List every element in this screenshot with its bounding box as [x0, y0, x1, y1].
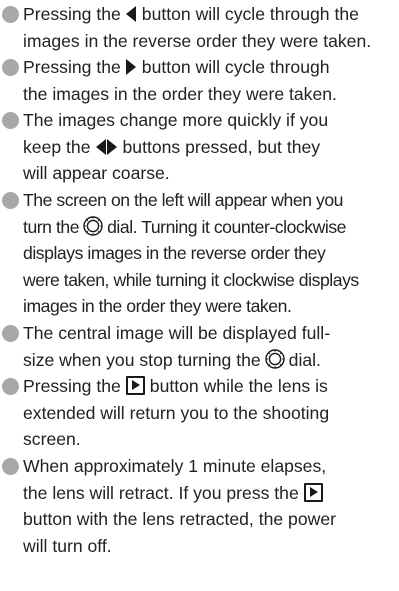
bullet-icon: [2, 192, 19, 209]
bullet-icon: [2, 6, 19, 23]
list-item: When approximately 1 minute elapses, the…: [0, 453, 336, 559]
text-line: button with the lens retracted, the powe…: [23, 509, 336, 529]
right-arrow-button-icon: [125, 59, 136, 76]
text-line: the images in the order they were taken.: [23, 83, 337, 104]
list-item: The central image will be displayed full…: [0, 320, 330, 373]
left-arrow-button-icon: [125, 6, 136, 23]
bullet-icon: [2, 59, 19, 76]
right-arrow-button-icon: [106, 138, 117, 155]
bullet-icon: [2, 325, 19, 342]
text-line: The screen on the left will appear when …: [23, 190, 344, 210]
text-line: size when you stop turning the dial.: [23, 349, 321, 370]
text-line: displays images in the reverse order the…: [23, 243, 326, 263]
bullet-icon: [2, 458, 19, 475]
text-line: will turn off.: [23, 535, 112, 556]
bullet-icon: [2, 378, 19, 395]
control-dial-icon: [264, 349, 285, 370]
playback-button-icon: [303, 482, 323, 502]
left-arrow-button-icon: [95, 138, 106, 155]
text-line: The images change more quickly if you: [23, 110, 329, 130]
text-line: When approximately 1 minute elapses,: [23, 456, 327, 476]
text-line: the lens will retract. If you press the: [23, 480, 336, 507]
text-line: Pressing the button will cycle through: [23, 57, 330, 77]
text-line: images in the reverse order they were ta…: [23, 30, 372, 51]
text-line: images in the order they were taken.: [23, 296, 292, 316]
control-dial-icon: [83, 216, 103, 237]
list-item: The images change more quickly if you ke…: [0, 107, 328, 187]
list-item: Pressing the button will cycle through th…: [0, 54, 337, 107]
playback-button-icon: [125, 376, 145, 396]
list-item: Pressing the button while the lens is ext…: [0, 373, 329, 453]
bullet-icon: [2, 112, 19, 129]
list-item: The screen on the left will appear when …: [0, 187, 359, 320]
text-line: Pressing the button while the lens is: [23, 376, 328, 396]
text-line: turn the dial. Turning it counter-clockwi…: [23, 216, 347, 237]
text-line: The central image will be displayed full…: [23, 323, 331, 343]
text-line: Pressing the button will cycle through th…: [23, 4, 359, 24]
text-line: keep the buttons pressed, but they: [23, 136, 321, 157]
text-line: will appear coarse.: [23, 163, 170, 183]
text-line: extended will return you to the shooting: [23, 402, 330, 423]
list-item: Pressing the button will cycle through th…: [0, 1, 371, 54]
text-line: screen.: [23, 429, 81, 449]
text-line: were taken, while turning it clockwise d…: [23, 269, 359, 290]
